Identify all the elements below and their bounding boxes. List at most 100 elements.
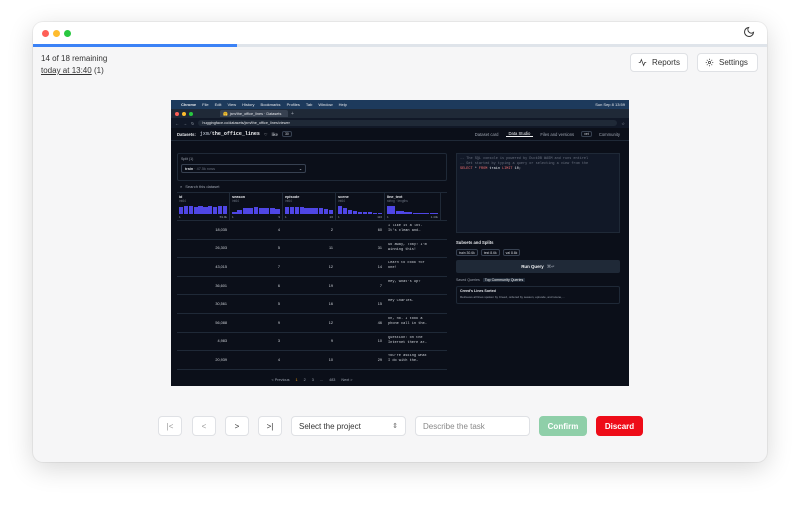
like-count: 30 <box>281 131 292 137</box>
maximize-window-button[interactable] <box>64 30 71 37</box>
histogram-bar <box>309 207 314 214</box>
table-cell: Hey Charles. <box>388 298 414 303</box>
table-cell: Question: on the Internet there ar… <box>388 335 427 345</box>
histogram-bar <box>203 206 208 214</box>
chip-val: val 8.6k <box>502 249 521 256</box>
histogram-bar <box>347 210 353 214</box>
split-selector: Split (1) train · 47.5k rows ⌄ <box>177 153 447 181</box>
table-cell: 31 <box>377 246 382 251</box>
chip-train: train 30.6k <box>456 249 478 256</box>
tab-files: Files and versions <box>540 131 575 137</box>
histogram-bar <box>299 206 304 214</box>
confirm-button[interactable]: Confirm <box>539 416 587 436</box>
column-header: episode int64 1 26 <box>283 193 336 220</box>
url-field: huggingface.co/datasets/jxm/the_office_l… <box>198 120 618 126</box>
histogram-bar <box>367 212 373 214</box>
macos-menu-bar: Chrome File Edit View History Bookmarks … <box>171 100 629 109</box>
sql-console: -- The SQL console is powered by DuckDB … <box>456 153 620 233</box>
histogram-bar <box>188 206 194 214</box>
query-tabs: Saved Queries Top Community Queries <box>456 278 620 282</box>
histogram-bar <box>212 206 218 214</box>
last-saved-link[interactable]: today at 13:40 <box>41 66 92 75</box>
settings-button[interactable]: Settings <box>697 53 758 72</box>
table-cell: 46 <box>377 320 382 325</box>
pager-page: 3 <box>311 378 314 382</box>
column-histogram <box>338 206 382 214</box>
pager-page: 483 <box>329 378 336 382</box>
histogram-bar <box>328 210 333 214</box>
back-icon: ← <box>175 120 179 126</box>
column-histogram <box>179 206 227 214</box>
menu-history: History <box>242 102 255 107</box>
table-cell: Hey, what's up? <box>388 280 421 285</box>
first-button[interactable]: |< <box>158 416 182 436</box>
previous-button[interactable]: < <box>192 416 216 436</box>
pager-page: 1 <box>295 378 298 382</box>
discard-button[interactable]: Discard <box>596 416 643 436</box>
histogram-bar <box>237 210 243 214</box>
pager-page: 2 <box>303 378 306 382</box>
address-bar: ← → ↻ huggingface.co/datasets/jxm/the_of… <box>171 118 629 128</box>
heart-icon: ♡ <box>263 131 268 137</box>
table-cell: You're asking what I do with the… <box>388 354 427 364</box>
task-screenshot: Chrome File Edit View History Bookmarks … <box>171 100 629 386</box>
table-cell: 12 <box>328 320 333 325</box>
pager-ellipsis: ... <box>319 378 324 382</box>
menu-bookmarks: Bookmarks <box>260 102 281 107</box>
menu-help: Help <box>338 102 347 107</box>
browser-tab-bar: 🤗 jxm/the_office_lines · Datasets + <box>171 109 629 118</box>
column-header: line_text string · lengths 1 1.44k <box>385 193 441 220</box>
table-row: 20,939 4 10 29 You're asking what I do with … <box>177 351 447 370</box>
title-bar <box>33 22 767 44</box>
histogram-bar <box>357 211 363 214</box>
task-description-input[interactable]: Describe the task <box>415 416 530 436</box>
last-saved: today at 13:40 (1) <box>41 66 104 75</box>
last-button[interactable]: >| <box>258 416 282 436</box>
progress-bar <box>33 44 767 47</box>
menu-window: Window <box>318 102 333 107</box>
split-label: Split (1) <box>181 157 194 161</box>
tab-dataset-card: Dataset card <box>474 131 499 137</box>
histogram-bar <box>362 212 368 214</box>
table-cell: 14 <box>377 264 382 269</box>
table-cell: 20,939 <box>215 357 227 362</box>
reports-button[interactable]: Reports <box>630 53 688 72</box>
column-histogram <box>232 206 281 214</box>
table-row: 43,015 7 12 14 Learn to cook for one! <box>177 258 447 277</box>
histogram-bar <box>193 206 198 214</box>
run-query-button: Run Query ⌘↵ <box>456 260 620 273</box>
histogram-bar <box>338 206 343 214</box>
chevron-down-icon: ⌄ <box>298 167 302 171</box>
table-row: 36,601 6 19 7 Hey, what's up? <box>177 277 447 296</box>
menu-file: File <box>202 102 209 107</box>
histogram-bar <box>275 209 281 214</box>
close-window-button[interactable] <box>42 30 49 37</box>
minimize-window-button[interactable] <box>53 30 60 37</box>
moon-icon[interactable] <box>743 26 755 38</box>
table-cell: 3 <box>277 339 280 344</box>
histogram-bar <box>198 206 203 214</box>
table-cell: 2 <box>330 227 333 232</box>
table-cell: 16 <box>328 302 333 307</box>
table-cell: 18,035 <box>215 227 227 232</box>
histogram-bar <box>242 208 248 214</box>
last-saved-count: (1) <box>93 66 104 75</box>
table-cell: 10 <box>377 339 382 344</box>
next-button[interactable]: > <box>225 416 249 436</box>
histogram-bar <box>208 206 213 214</box>
new-tab-icon: + <box>291 110 294 117</box>
table-cell: 6 <box>277 283 280 288</box>
menu-tab: Tab <box>305 102 313 107</box>
menu-edit: Edit <box>214 102 222 107</box>
tab-data-studio: Data Studio <box>505 131 534 137</box>
tab-community-queries: Top Community Queries <box>482 278 526 282</box>
table-cell: Learn to cook for one! <box>388 261 425 271</box>
star-icon: ☆ <box>621 120 625 126</box>
histogram-bar <box>289 206 295 214</box>
project-select[interactable]: Select the project ⇕ <box>291 416 406 436</box>
chevron-up-down-icon: ⇕ <box>392 423 398 430</box>
reports-label: Reports <box>651 58 680 67</box>
table-cell: 19 <box>328 283 333 288</box>
histogram-bar <box>217 206 223 214</box>
dataset-header: Datasets: jxm/the_office_lines ♡ like 30… <box>171 128 629 141</box>
